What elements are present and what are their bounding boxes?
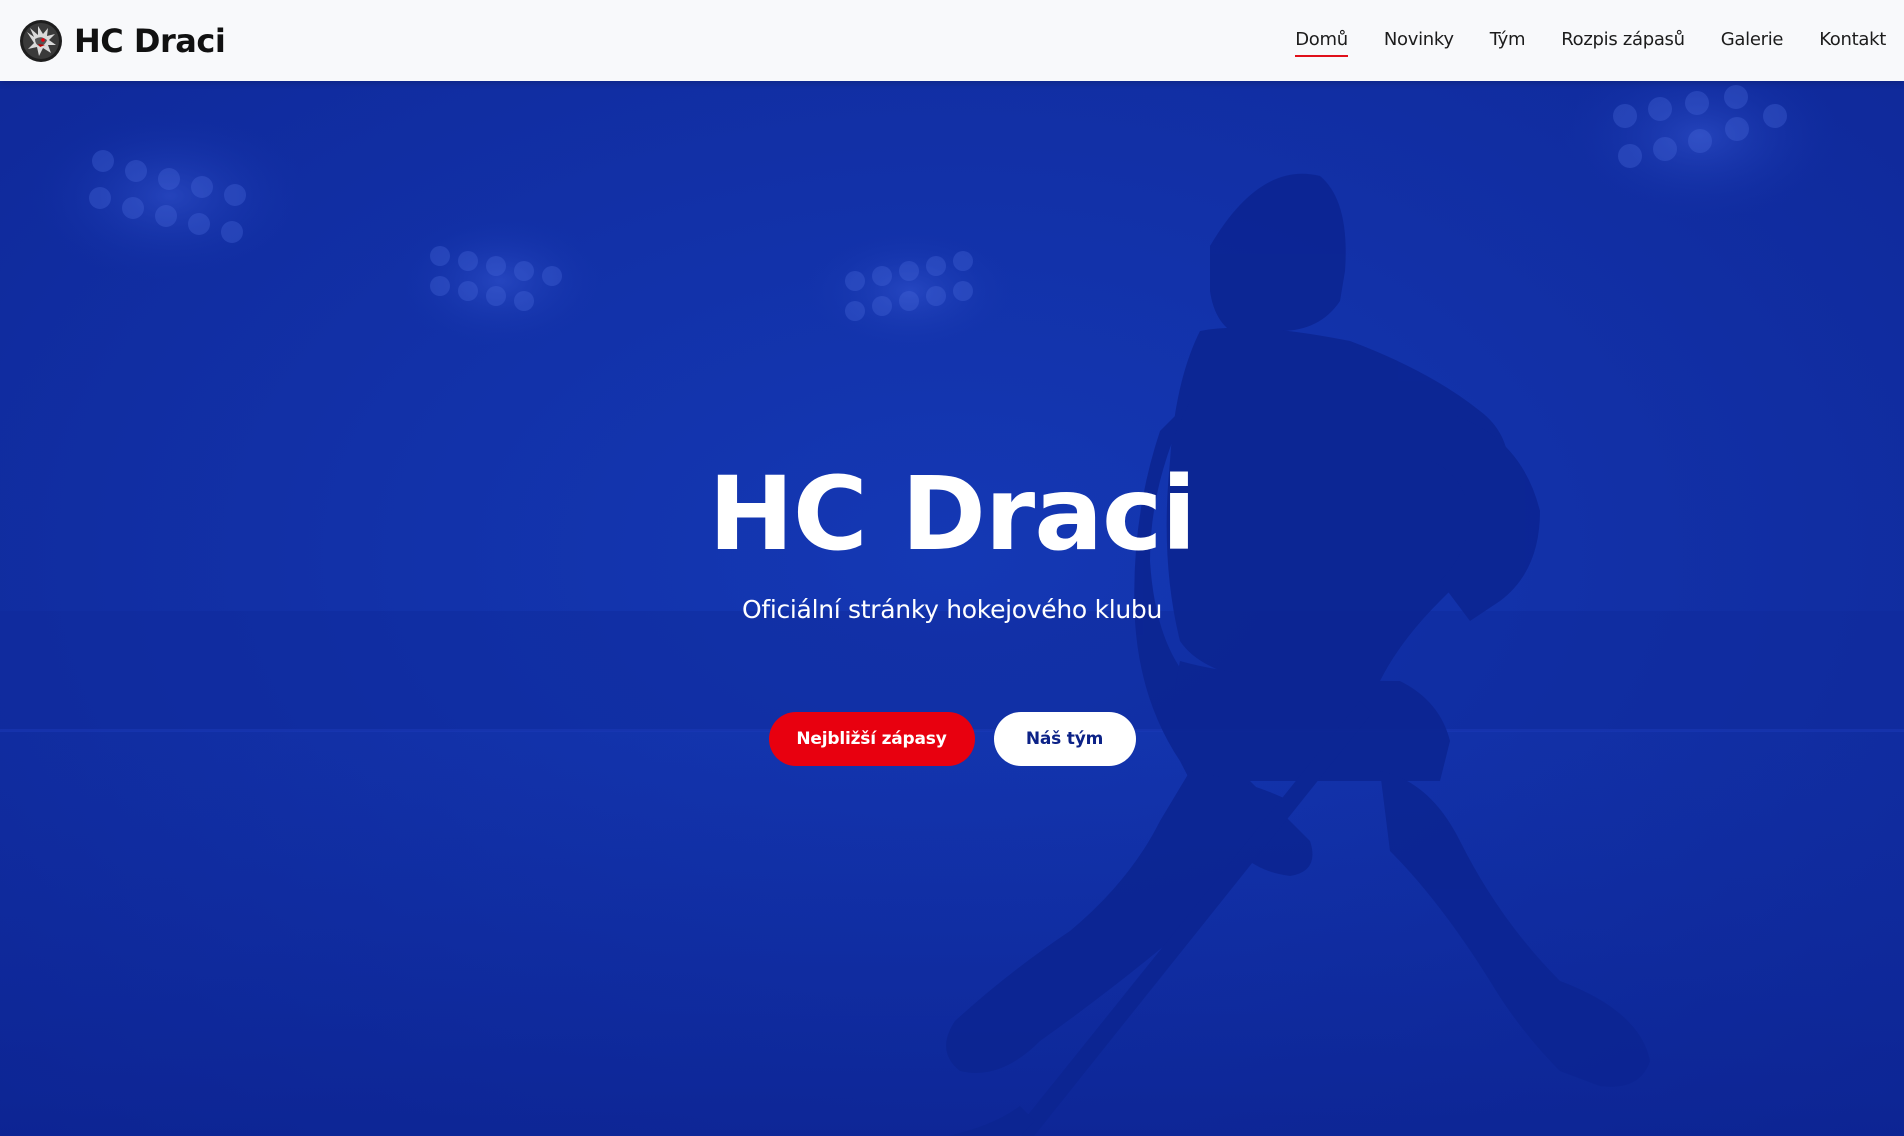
hero-buttons: Nejbližší zápasy Náš tým xyxy=(0,712,1904,766)
brand[interactable]: HC Draci xyxy=(18,18,226,64)
top-navbar: HC Draci Domů Novinky Tým Rozpis zápasů … xyxy=(0,0,1904,81)
nav-link-gallery[interactable]: Galerie xyxy=(1721,23,1784,58)
main-nav: Domů Novinky Tým Rozpis zápasů Galerie K… xyxy=(1295,0,1886,81)
nav-link-home[interactable]: Domů xyxy=(1295,23,1348,58)
hero-title: HC Draci xyxy=(708,455,1197,574)
hero-section: HC Draci Oficiální stránky hokejového kl… xyxy=(0,81,1904,1136)
upcoming-matches-button[interactable]: Nejbližší zápasy xyxy=(768,712,975,766)
nav-link-contact[interactable]: Kontakt xyxy=(1819,23,1886,58)
nav-link-schedule[interactable]: Rozpis zápasů xyxy=(1561,23,1685,58)
nav-link-news[interactable]: Novinky xyxy=(1384,23,1454,58)
brand-name: HC Draci xyxy=(74,22,226,60)
our-team-button[interactable]: Náš tým xyxy=(993,712,1136,766)
hero-content: HC Draci Oficiální stránky hokejového kl… xyxy=(0,81,1904,1136)
dragon-logo-icon xyxy=(20,20,62,62)
nav-link-team[interactable]: Tým xyxy=(1490,23,1526,58)
hero-subtitle: Oficiální stránky hokejového klubu xyxy=(741,595,1163,624)
